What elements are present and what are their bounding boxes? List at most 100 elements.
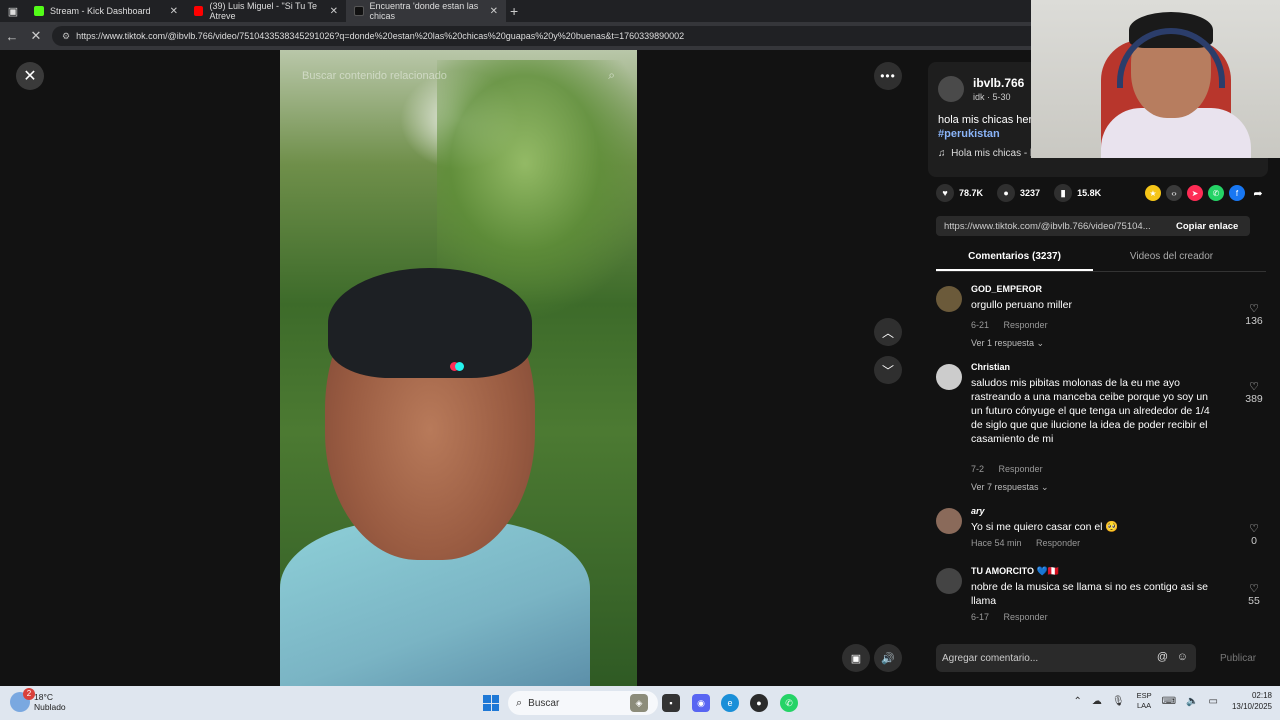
tab-label: (39) Luis Miguel - "Si Tu Te Atreve	[209, 1, 318, 21]
like-button[interactable]: ♥ 78.7K	[936, 184, 983, 202]
tab-kick-dashboard[interactable]: Stream - Kick Dashboard ✕	[26, 0, 186, 22]
share-arrow-icon[interactable]: ➦	[1250, 185, 1266, 201]
comment-text: orgullo peruano miller	[971, 299, 1072, 311]
url-text: https://www.tiktok.com/@ibvlb.766/video/…	[76, 31, 685, 41]
reply-button[interactable]: Responder	[1004, 612, 1048, 622]
avatar[interactable]	[938, 76, 964, 102]
mention-icon[interactable]: @	[1157, 651, 1168, 663]
network-icon[interactable]: ⌨	[1162, 696, 1176, 707]
widgets-icon[interactable]: ◈	[630, 694, 648, 712]
tab-creator-videos[interactable]: Videos del creador	[1093, 246, 1250, 271]
tiktok-icon	[354, 6, 364, 16]
tab-youtube[interactable]: (39) Luis Miguel - "Si Tu Te Atreve ✕	[186, 0, 346, 22]
clock[interactable]: 02:18 13/10/2025	[1232, 690, 1272, 712]
whatsapp-icon[interactable]: ✆	[780, 694, 798, 712]
more-options-icon[interactable]: •••	[874, 62, 902, 90]
related-search-input[interactable]: Buscar contenido relacionado	[302, 70, 447, 82]
comment-date: 6-21	[971, 320, 990, 330]
comment-list: GOD_EMPEROR orgullo peruano miller 6-21 …	[936, 284, 1266, 622]
repost-icon[interactable]: ★	[1145, 185, 1161, 201]
whatsapp-icon[interactable]: ✆	[1208, 185, 1224, 201]
tab-tiktok[interactable]: Encuentra 'donde estan las chicas ✕	[346, 0, 506, 22]
avatar[interactable]	[936, 508, 962, 534]
language-indicator[interactable]: ESP LAA	[1137, 691, 1152, 711]
tab-comments[interactable]: Comentarios (3237)	[936, 246, 1093, 271]
keyboard-layout: LAA	[1137, 701, 1152, 710]
stop-loading-icon[interactable]: ✕	[24, 28, 48, 44]
comment-author[interactable]: Christian	[971, 362, 1010, 372]
tiktok-loading-icon	[450, 362, 464, 374]
comment-date: 6-17	[971, 612, 990, 622]
floating-player-icon[interactable]: ▣	[842, 644, 870, 672]
battery-icon[interactable]: ▭	[1209, 696, 1218, 707]
notification-badge: 2	[23, 688, 35, 700]
send-icon[interactable]: ➤	[1187, 185, 1203, 201]
video-player[interactable]: Buscar contenido relacionado ⌕	[280, 50, 637, 686]
window-menu-icon[interactable]: ▣	[0, 0, 26, 22]
comment-like-count: 55	[1248, 595, 1260, 607]
url-field[interactable]: ⚙ https://www.tiktok.com/@ibvlb.766/vide…	[52, 26, 1052, 46]
language-code: ESP	[1136, 691, 1152, 700]
avatar[interactable]	[936, 364, 962, 390]
volume-icon[interactable]: 🔊	[874, 644, 902, 672]
back-arrow-icon[interactable]: ←	[0, 29, 24, 44]
reply-button[interactable]: Responder	[1004, 320, 1048, 330]
comment-author[interactable]: TU AMORCITO 💙🇵🇪	[971, 566, 1059, 577]
comment-like-button[interactable]: ♡ 389	[1242, 380, 1266, 405]
music-title: Hola mis chicas - l	[951, 148, 1033, 159]
add-comment-bar: Agregar comentario... @ ☺ Publicar	[936, 644, 1266, 672]
comment-date: Hace 54 min	[971, 538, 1022, 548]
close-tab-icon[interactable]: ✕	[170, 6, 178, 17]
comment-author[interactable]: GOD_EMPEROR	[971, 284, 1042, 294]
comment-like-button[interactable]: ♡ 136	[1242, 302, 1266, 327]
avatar[interactable]	[936, 568, 962, 594]
previous-video-chevron-up-icon[interactable]: ︿	[874, 318, 902, 346]
onedrive-icon[interactable]: ☁	[1092, 696, 1102, 707]
reply-button[interactable]: Responder	[999, 464, 1043, 474]
comment-input[interactable]: Agregar comentario... @ ☺	[936, 644, 1196, 672]
microphone-icon[interactable]: 🎙	[1112, 696, 1125, 707]
comment-like-button[interactable]: ♡ 55	[1242, 582, 1266, 607]
volume-icon[interactable]: 🔈	[1186, 696, 1198, 707]
view-replies-button[interactable]: Ver 1 respuesta ⌄	[971, 338, 1044, 349]
new-tab-icon[interactable]: +	[510, 3, 518, 19]
next-video-chevron-down-icon[interactable]: ﹀	[874, 356, 902, 384]
site-info-icon[interactable]: ⚙	[62, 31, 70, 42]
avatar[interactable]	[936, 286, 962, 312]
music-link[interactable]: ♫ Hola mis chicas - l	[938, 148, 1032, 159]
save-button[interactable]: ▮ 15.8K	[1054, 184, 1101, 202]
comment-date: 7-2	[971, 464, 985, 474]
close-tab-icon[interactable]: ✕	[330, 6, 338, 17]
facebook-icon[interactable]: f	[1229, 185, 1245, 201]
search-icon[interactable]: ⌕	[608, 68, 615, 83]
view-replies-button[interactable]: Ver 7 respuestas ⌄	[971, 482, 1049, 493]
publish-button[interactable]: Publicar	[1220, 653, 1256, 664]
search-icon: ⌕	[516, 696, 523, 709]
comment-like-button[interactable]: ♡ 0	[1242, 522, 1266, 547]
chevron-up-icon[interactable]: ⌃	[1074, 696, 1082, 707]
comment-button[interactable]: ● 3237	[997, 184, 1040, 202]
copy-link-button[interactable]: Copiar enlace	[1166, 221, 1238, 232]
discord-icon[interactable]: ◉	[692, 694, 710, 712]
close-video-icon[interactable]: ✕	[16, 62, 44, 90]
close-tab-icon[interactable]: ✕	[490, 6, 498, 17]
windows-start-icon[interactable]	[483, 695, 499, 711]
task-view-icon[interactable]: ▪	[662, 694, 680, 712]
comment-text: saludos mis pibitas molonas de la eu me …	[971, 377, 1210, 445]
share-link-text[interactable]: https://www.tiktok.com/@ibvlb.766/video/…	[936, 221, 1166, 232]
hashtag-link[interactable]: #perukistan	[938, 128, 1000, 140]
comment-item: ary Yo si me quiero casar con el 🥺 Hace …	[936, 506, 1266, 556]
comment-count: 3237	[1020, 188, 1041, 198]
save-count: 15.8K	[1077, 188, 1102, 198]
edge-browser-icon[interactable]: e	[721, 694, 739, 712]
embed-icon[interactable]: ‹›	[1166, 185, 1182, 201]
reply-button[interactable]: Responder	[1036, 538, 1080, 548]
heart-outline-icon: ♡	[1249, 381, 1259, 393]
comment-author[interactable]: ary	[971, 506, 985, 516]
creator-username[interactable]: ibvlb.766	[973, 76, 1024, 90]
weather-widget[interactable]: 2 18°C Nublado	[10, 688, 66, 712]
emoji-icon[interactable]: ☺	[1177, 651, 1188, 663]
bookmark-icon: ▮	[1054, 184, 1073, 202]
youtube-icon	[194, 6, 204, 16]
obs-icon[interactable]: ●	[750, 694, 768, 712]
